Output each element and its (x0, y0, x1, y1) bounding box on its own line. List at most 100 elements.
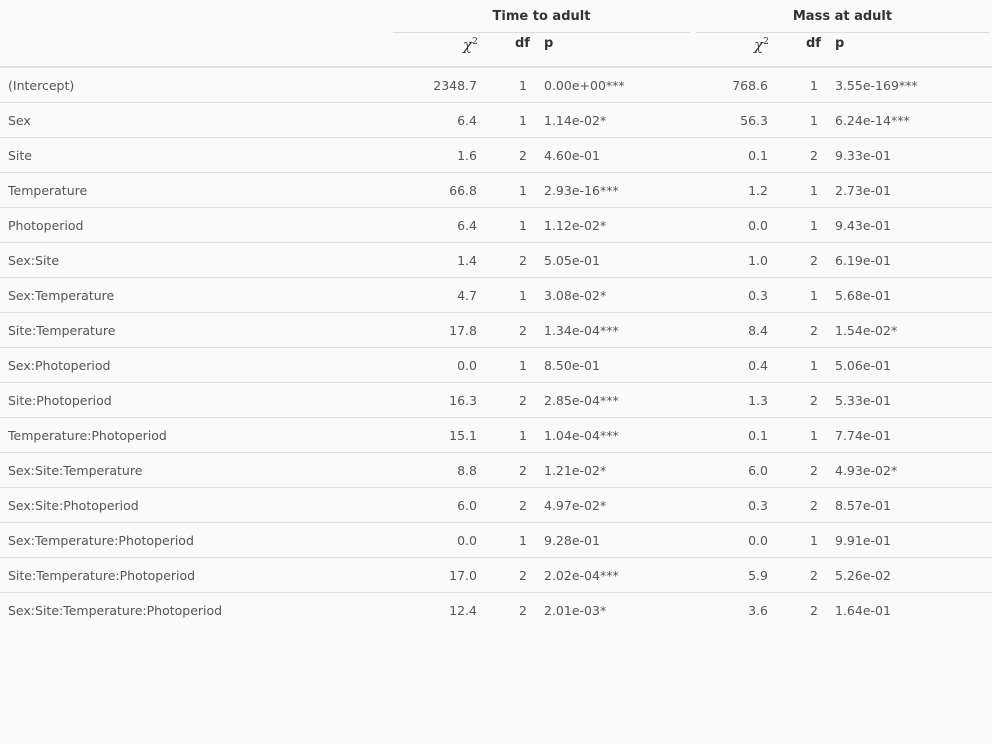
term-cell: Site:Photoperiod (8, 393, 112, 408)
time-p-cell: 1.04e-04*** (544, 428, 619, 443)
term-cell: Sex:Site:Photoperiod (8, 498, 139, 513)
anova-table: Time to adult Mass at adult χ2 df p χ2 d… (0, 0, 992, 744)
mass-df-cell: 1 (810, 183, 818, 198)
time-chisq-cell: 0.0 (457, 358, 477, 373)
time-chisq-cell: 17.8 (449, 323, 477, 338)
time-chisq-cell: 8.8 (457, 463, 477, 478)
time-chisq-cell: 12.4 (449, 603, 477, 618)
time-df-cell: 1 (519, 358, 527, 373)
term-cell: Sex (8, 113, 31, 128)
mass-chisq-cell: 0.0 (748, 218, 768, 233)
group-header-mass-at-adult: Mass at adult (696, 0, 989, 33)
time-chisq-cell: 66.8 (449, 183, 477, 198)
time-df-cell: 1 (519, 533, 527, 548)
time-df-cell: 1 (519, 183, 527, 198)
mass-p-cell: 4.93e-02* (835, 463, 898, 478)
time-chisq-cell: 4.7 (457, 288, 477, 303)
table-row: Photoperiod 6.4 1 1.12e-02* 0.0 1 9.43e-01 (0, 208, 992, 243)
mass-chisq-cell: 0.3 (748, 288, 768, 303)
group-header-time-to-adult: Time to adult (393, 0, 690, 33)
col-header-time-df: df (515, 36, 530, 51)
time-df-cell: 2 (519, 498, 527, 513)
mass-df-cell: 2 (810, 148, 818, 163)
mass-chisq-cell: 5.9 (748, 568, 768, 583)
time-df-cell: 2 (519, 463, 527, 478)
term-cell: Sex:Site:Temperature:Photoperiod (8, 603, 223, 618)
mass-chisq-cell: 1.3 (748, 393, 768, 408)
term-cell: Sex:Photoperiod (8, 358, 111, 373)
time-p-cell: 9.28e-01 (544, 533, 600, 548)
mass-chisq-cell: 0.1 (748, 428, 768, 443)
mass-df-cell: 2 (810, 603, 818, 618)
table-row: Sex:Site:Temperature:Photoperiod 12.4 2 2.0… (0, 593, 992, 628)
mass-p-cell: 5.33e-01 (835, 393, 891, 408)
term-cell: Sex:Site (8, 253, 60, 268)
mass-p-cell: 1.54e-02* (835, 323, 898, 338)
mass-df-cell: 1 (810, 288, 818, 303)
time-df-cell: 1 (519, 78, 527, 93)
mass-chisq-cell: 3.6 (748, 603, 768, 618)
mass-df-cell: 1 (810, 358, 818, 373)
time-p-cell: 2.02e-04*** (544, 568, 619, 583)
mass-chisq-cell: 0.0 (748, 533, 768, 548)
term-cell: Site:Temperature (8, 323, 116, 338)
mass-p-cell: 9.43e-01 (835, 218, 891, 233)
time-chisq-cell: 0.0 (457, 533, 477, 548)
table-row: Sex:Site 1.4 2 5.05e-01 1.0 2 6.19e-01 (0, 243, 992, 278)
time-df-cell: 2 (519, 148, 527, 163)
time-p-cell: 3.08e-02* (544, 288, 607, 303)
mass-df-cell: 2 (810, 393, 818, 408)
table-row: (Intercept) 2348.7 1 0.00e+00*** 768.6 1 3.55e… (0, 68, 992, 103)
col-header-time-chisq: χ2 (463, 36, 478, 66)
time-p-cell: 4.97e-02* (544, 498, 607, 513)
mass-df-cell: 2 (810, 498, 818, 513)
mass-chisq-cell: 0.1 (748, 148, 768, 163)
mass-p-cell: 5.68e-01 (835, 288, 891, 303)
time-chisq-cell: 16.3 (449, 393, 477, 408)
time-chisq-cell: 2348.7 (433, 78, 477, 93)
time-p-cell: 2.01e-03* (544, 603, 607, 618)
table-row: Site:Temperature 17.8 2 1.34e-04*** 8.4 2 1.54… (0, 313, 992, 348)
table-row: Sex 6.4 1 1.14e-02* 56.3 1 6.24e-14*** (0, 103, 992, 138)
term-cell: Sex:Temperature (8, 288, 115, 303)
term-cell: Temperature (8, 183, 88, 198)
col-header-mass-chisq: χ2 (754, 36, 769, 66)
time-df-cell: 1 (519, 288, 527, 303)
time-p-cell: 5.05e-01 (544, 253, 600, 268)
time-df-cell: 2 (519, 253, 527, 268)
term-cell: Sex:Site:Temperature (8, 463, 143, 478)
mass-df-cell: 2 (810, 463, 818, 478)
time-p-cell: 2.93e-16*** (544, 183, 619, 198)
mass-p-cell: 9.33e-01 (835, 148, 891, 163)
mass-df-cell: 2 (810, 568, 818, 583)
col-header-mass-df: df (806, 36, 821, 51)
col-header-mass-p: p (835, 36, 845, 51)
mass-chisq-cell: 1.2 (748, 183, 768, 198)
mass-p-cell: 5.26e-02 (835, 568, 891, 583)
mass-df-cell: 2 (810, 323, 818, 338)
time-p-cell: 8.50e-01 (544, 358, 600, 373)
table-row: Sex:Site:Photoperiod 6.0 2 4.97e-02* 0.3 2 8.5… (0, 488, 992, 523)
mass-p-cell: 9.91e-01 (835, 533, 891, 548)
term-cell: Photoperiod (8, 218, 84, 233)
mass-p-cell: 6.19e-01 (835, 253, 891, 268)
table-row: Temperature:Photoperiod 15.1 1 1.04e-04*** 0… (0, 418, 992, 453)
time-chisq-cell: 6.4 (457, 113, 477, 128)
time-chisq-cell: 6.0 (457, 498, 477, 513)
mass-df-cell: 2 (810, 253, 818, 268)
time-df-cell: 1 (519, 113, 527, 128)
table-row: Site 1.6 2 4.60e-01 0.1 2 9.33e-01 (0, 138, 992, 173)
time-chisq-cell: 17.0 (449, 568, 477, 583)
chi-symbol: χ (463, 36, 473, 54)
time-chisq-cell: 1.4 (457, 253, 477, 268)
col-header-time-p: p (544, 36, 554, 51)
time-p-cell: 1.21e-02* (544, 463, 607, 478)
mass-p-cell: 8.57e-01 (835, 498, 891, 513)
mass-chisq-cell: 1.0 (748, 253, 768, 268)
table-row: Sex:Photoperiod 0.0 1 8.50e-01 0.4 1 5.06e-01 (0, 348, 992, 383)
term-cell: (Intercept) (8, 78, 75, 93)
time-chisq-cell: 15.1 (449, 428, 477, 443)
term-cell: Sex:Temperature:Photoperiod (8, 533, 194, 548)
time-df-cell: 1 (519, 428, 527, 443)
mass-p-cell: 3.55e-169*** (835, 78, 918, 93)
